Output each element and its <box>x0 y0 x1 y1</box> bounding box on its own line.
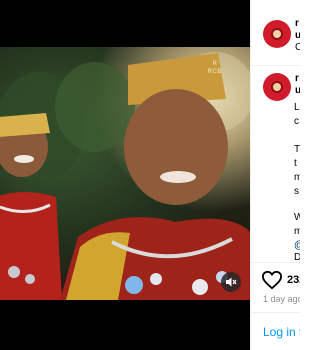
letterbox-bottom <box>0 300 250 350</box>
speaker-muted-icon <box>226 277 237 287</box>
caption-line: c <box>294 116 299 127</box>
caption-line: L <box>294 102 300 113</box>
caption-avatar[interactable] <box>263 73 291 101</box>
post-header: r u C <box>251 0 300 66</box>
header-username[interactable]: r <box>295 18 299 30</box>
rcb-logo-watermark: R RCB <box>204 60 226 90</box>
mute-button[interactable] <box>221 272 241 292</box>
header-avatar[interactable] <box>263 20 291 48</box>
header-username-cont[interactable]: u <box>295 30 300 42</box>
heart-icon[interactable] <box>261 270 283 290</box>
caption-line: m <box>294 226 300 238</box>
caption-username[interactable]: r <box>295 73 299 85</box>
caption-mention-link[interactable]: @ <box>294 240 300 252</box>
likes-count[interactable]: 232 <box>287 274 300 286</box>
instagram-post-view: R RCB r u C r u L c T t m s W m @ D <box>0 0 300 350</box>
caption-line: s <box>294 186 299 197</box>
letterbox-top <box>0 0 250 47</box>
header-subtitle: C <box>295 42 300 54</box>
avatar-emblem-icon <box>271 81 283 93</box>
avatar-emblem-icon <box>271 28 283 40</box>
logo-text-top: R <box>212 61 218 67</box>
post-timestamp[interactable]: 1 day ago <box>263 294 300 304</box>
caption-line: T <box>294 144 300 155</box>
post-side-panel: r u C r u L c T t m s W m @ D 232 1 day … <box>250 0 300 350</box>
caption-line: t <box>294 158 297 169</box>
caption-username-cont[interactable]: u <box>295 85 300 97</box>
media-area: R RCB <box>0 0 250 350</box>
logo-text-bottom: RCB <box>207 69 223 75</box>
caption-line: m <box>294 172 300 184</box>
caption-line: W <box>294 212 300 224</box>
login-link[interactable]: Log in to <box>263 325 300 339</box>
